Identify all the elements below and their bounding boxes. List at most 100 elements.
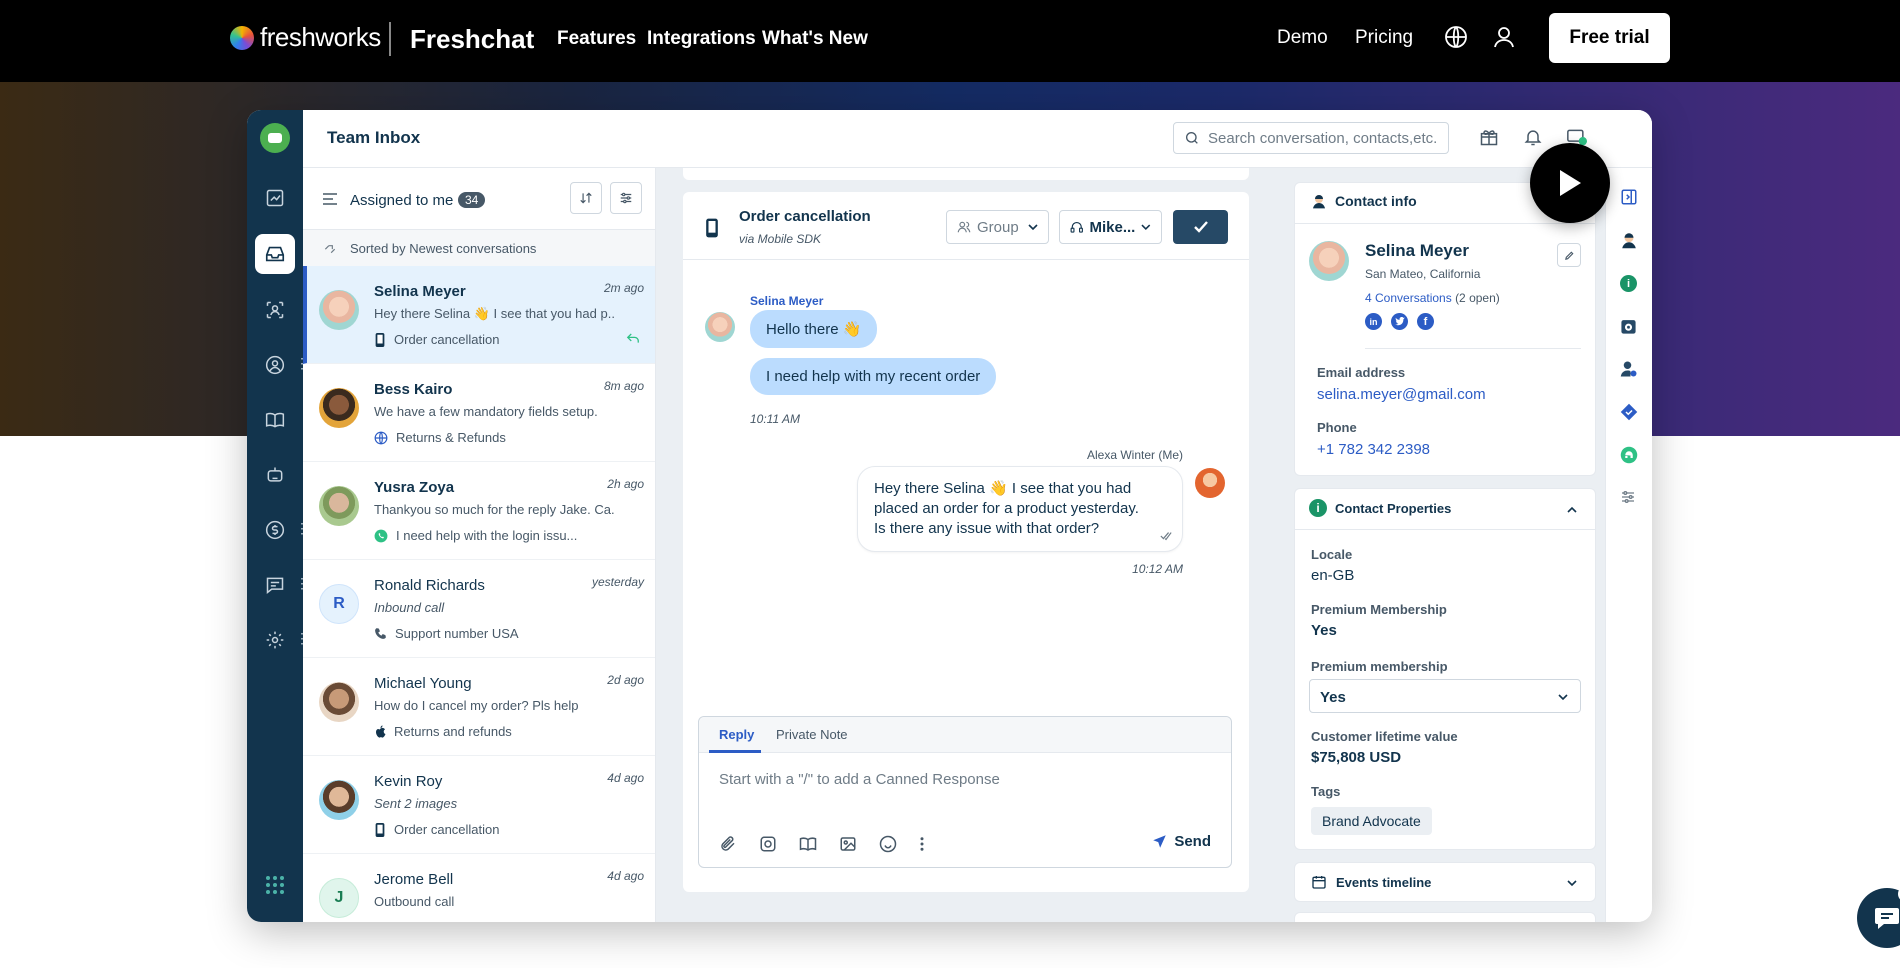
send-button[interactable]: Send	[1152, 833, 1211, 850]
conversation-item[interactable]: Yusra Zoya 2h ago Thankyou so much for t…	[303, 462, 655, 560]
conversation-item[interactable]: Kevin Roy 4d ago Sent 2 images Order can…	[303, 756, 655, 854]
phone-icon	[375, 628, 386, 639]
settings-icon[interactable]	[255, 620, 295, 660]
product-name[interactable]: Freshchat	[410, 24, 534, 55]
previous-card-edge	[683, 168, 1249, 180]
conversation-header: Order cancellation via Mobile SDK Group …	[683, 192, 1249, 260]
gift-icon[interactable]	[1479, 127, 1499, 147]
billing-icon[interactable]	[255, 510, 295, 550]
chevron-down-icon	[1141, 224, 1151, 231]
conversation-item[interactable]: Michael Young 2d ago How do I cancel my …	[303, 658, 655, 756]
messages-icon[interactable]	[255, 565, 295, 605]
inbox-icon[interactable]	[255, 234, 295, 274]
email-link[interactable]: selina.meyer@gmail.com	[1317, 386, 1486, 403]
freshdesk-icon[interactable]	[1620, 446, 1638, 464]
freshworks-logo-mark	[230, 25, 254, 50]
info-icon[interactable]: i	[1620, 275, 1637, 292]
active-tab-indicator	[709, 750, 761, 753]
nav-link-pricing[interactable]: Pricing	[1355, 27, 1413, 49]
nav-link-whats-new[interactable]: What's New	[762, 28, 868, 50]
reply-input[interactable]: Start with a "/" to add a Canned Respons…	[719, 771, 1000, 788]
apps-grid-icon[interactable]	[255, 865, 295, 905]
image-icon[interactable]	[839, 835, 857, 853]
filter-count-badge: 34	[458, 192, 486, 208]
contact-info-header: Contact info	[1311, 193, 1417, 209]
diamond-app-icon[interactable]	[1620, 403, 1638, 421]
read-receipt-icon	[1160, 532, 1172, 541]
attachment-icon[interactable]	[719, 835, 737, 853]
tag-label: Order cancellation	[394, 822, 500, 837]
user-settings-icon[interactable]	[1620, 360, 1638, 378]
conversations-link[interactable]: 4 Conversations	[1365, 291, 1452, 305]
conversation-item[interactable]: R Ronald Richards yesterday Inbound call…	[303, 560, 655, 658]
filter-label[interactable]: Assigned to me	[350, 192, 453, 209]
agent-dropdown[interactable]: Mike...	[1059, 210, 1162, 244]
tab-private-note[interactable]: Private Note	[776, 727, 848, 742]
conversation-time: 2m ago	[603, 281, 644, 295]
freshchat-logo-icon[interactable]	[255, 118, 295, 158]
nav-link-demo[interactable]: Demo	[1277, 27, 1328, 49]
reply-icon[interactable]	[626, 332, 640, 344]
conversation-preview: We have a few mandatory fields setup.	[374, 404, 598, 419]
user-circle-icon[interactable]	[255, 345, 295, 385]
contact-avatar-initial: J	[319, 878, 359, 918]
conversation-item[interactable]: Bess Kairo 8m ago We have a few mandator…	[303, 364, 655, 462]
knowledge-base-icon[interactable]	[255, 400, 295, 440]
conversation-time: 2d ago	[607, 673, 644, 687]
properties-header[interactable]: i Contact Properties	[1309, 499, 1451, 517]
globe-icon[interactable]	[1444, 25, 1468, 49]
nav-link-integrations[interactable]: Integrations	[647, 28, 756, 50]
globe-icon	[374, 431, 388, 444]
events-timeline-card[interactable]: Events timeline	[1294, 862, 1596, 902]
bot-icon[interactable]	[255, 455, 295, 495]
more-icon[interactable]	[919, 835, 925, 853]
dashboard-icon[interactable]	[255, 178, 295, 218]
locale-label: Locale	[1311, 547, 1353, 562]
search-placeholder: Search conversation, contacts,etc.	[1208, 129, 1438, 147]
message-time: 10:11 AM	[750, 412, 801, 426]
menu-icon[interactable]	[323, 193, 337, 205]
phone-link[interactable]: +1 782 342 2398	[1317, 441, 1430, 458]
contacts-network-icon[interactable]	[255, 290, 295, 330]
freshworks-logo[interactable]: freshworks	[230, 22, 381, 53]
calendar-icon[interactable]	[1620, 318, 1637, 335]
bell-icon[interactable]	[1523, 127, 1543, 147]
play-video-button[interactable]	[1530, 143, 1610, 223]
premium-membership-select[interactable]: Yes	[1309, 679, 1581, 713]
edit-contact-button[interactable]	[1557, 243, 1581, 267]
contact-icon[interactable]	[1620, 231, 1638, 249]
contact-avatar	[319, 780, 359, 820]
sort-button[interactable]	[570, 182, 602, 214]
tag-chip[interactable]: Brand Advocate	[1311, 807, 1432, 835]
resolve-button[interactable]	[1173, 210, 1228, 244]
user-icon[interactable]	[1492, 25, 1516, 49]
tab-reply[interactable]: Reply	[719, 727, 754, 742]
conversation-item[interactable]: J Jerome Bell 4d ago Outbound call	[303, 854, 655, 922]
outgoing-message: Hey there Selina 👋 I see that you had pl…	[857, 466, 1183, 552]
app-window: ⋮ ⋮ ⋮ ⋮ Team Inbox Search conversation, …	[247, 110, 1652, 922]
conversation-card: Order cancellation via Mobile SDK Group …	[683, 192, 1249, 892]
clv-label: Customer lifetime value	[1311, 729, 1458, 744]
agent-label: Mike...	[1089, 218, 1136, 236]
collapse-panel-icon[interactable]	[1620, 188, 1638, 206]
canned-response-icon[interactable]	[759, 835, 777, 853]
chat-widget-button[interactable]: 2	[1857, 886, 1900, 948]
conversation-preview: Inbound call	[374, 600, 445, 615]
emoji-icon[interactable]	[879, 835, 897, 853]
linkedin-icon[interactable]: in	[1365, 313, 1382, 330]
tag-label: Support number USA	[395, 626, 519, 641]
chevron-up-icon[interactable]	[1567, 505, 1577, 515]
book-icon[interactable]	[799, 835, 817, 853]
social-links: in f	[1365, 313, 1434, 330]
sliders-icon[interactable]	[1620, 489, 1636, 505]
conversation-preview: Thankyou so much for the reply Jake. Ca.…	[374, 502, 614, 517]
facebook-icon[interactable]: f	[1417, 313, 1434, 330]
conversation-item[interactable]: Selina Meyer 2m ago Hey there Selina 👋 I…	[303, 266, 655, 364]
free-trial-button[interactable]: Free trial	[1549, 13, 1670, 63]
filter-settings-button[interactable]	[610, 182, 642, 214]
twitter-icon[interactable]	[1391, 313, 1408, 330]
nav-link-features[interactable]: Features	[557, 28, 636, 50]
group-dropdown[interactable]: Group	[946, 210, 1049, 244]
search-input[interactable]: Search conversation, contacts,etc.	[1173, 122, 1449, 154]
sender-name: Selina Meyer	[750, 294, 824, 308]
